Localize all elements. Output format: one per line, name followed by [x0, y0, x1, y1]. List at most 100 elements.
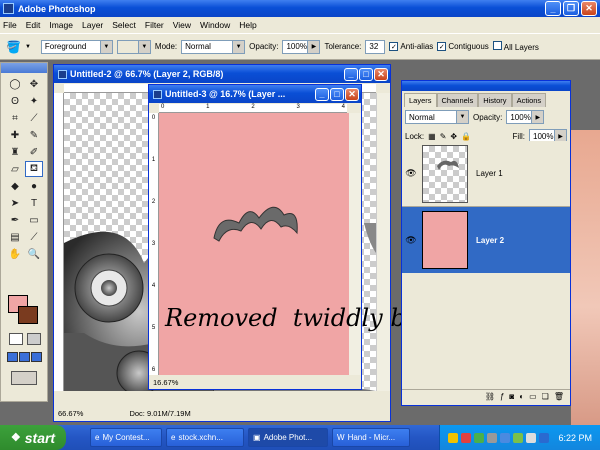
task-hand-microsoft[interactable]: W Hand - Micr... [332, 428, 410, 447]
trash-icon[interactable]: 🗑 [554, 392, 564, 401]
layer-row-layer-1[interactable]: 👁 Layer 1 [402, 141, 570, 207]
brush-tool-icon[interactable]: ✎ [25, 127, 43, 143]
magic-wand-tool-icon[interactable]: ✦ [25, 93, 43, 109]
jump-to-imageready-icon[interactable] [11, 371, 37, 385]
mode-select[interactable]: Normal ▼ [181, 39, 246, 54]
hand-tool-icon[interactable]: ✋ [6, 246, 24, 262]
task-my-contest[interactable]: e My Contest... [90, 428, 162, 447]
tray-app-icon[interactable] [513, 432, 524, 443]
link-layers-icon[interactable]: ⛓ [485, 392, 495, 401]
menu-layer[interactable]: Layer [82, 20, 103, 30]
blend-mode-select[interactable]: Normal ▼ [405, 110, 469, 124]
quick-mask-edit-icon[interactable] [27, 333, 41, 345]
clock[interactable]: 6:22 PM [558, 433, 592, 443]
fill-source-select[interactable]: Foreground ▼ [40, 39, 113, 54]
pattern-picker[interactable]: ▼ [116, 39, 151, 54]
quick-mask-mode-icon[interactable] [9, 333, 23, 345]
zoom-level[interactable]: 16.67% [153, 378, 178, 387]
adjustment-layer-icon[interactable]: ◐ [519, 392, 524, 401]
background-color-swatch[interactable] [18, 306, 38, 324]
marquee-tool-icon[interactable]: ◯ [6, 76, 24, 92]
task-adobe-photoshop[interactable]: ▣ Adobe Phot... [248, 428, 328, 447]
tolerance-input[interactable]: 32 [365, 39, 386, 54]
contiguous-checkbox[interactable]: ✓ Contiguous [437, 42, 489, 52]
menu-image[interactable]: Image [49, 20, 73, 30]
lock-all-icon[interactable]: 🔒 [461, 132, 471, 141]
zoom-tool-icon[interactable]: 🔍 [25, 246, 43, 262]
layer-row-layer-2[interactable]: 👁 Layer 2 [402, 207, 570, 273]
dodge-tool-icon[interactable]: ● [25, 178, 43, 194]
document-title-bar: Untitled-2 @ 66.7% (Layer 2, RGB/8) _ □ … [54, 65, 390, 83]
slice-tool-icon[interactable]: ⟋ [25, 110, 43, 126]
task-stock-xchng[interactable]: e stock.xchn... [166, 428, 244, 447]
notes-tool-icon[interactable]: ▤ [6, 229, 24, 245]
crop-tool-icon[interactable]: ⌗ [6, 110, 24, 126]
minimize-button[interactable]: _ [344, 67, 358, 81]
path-selection-tool-icon[interactable]: ➤ [6, 195, 24, 211]
opacity-field[interactable]: 100% ▶ [282, 39, 321, 54]
close-button[interactable]: ✕ [374, 67, 388, 81]
menu-view[interactable]: View [173, 20, 191, 30]
antialias-checkbox[interactable]: ✓ Anti-alias [389, 42, 433, 52]
close-button[interactable]: ✕ [581, 1, 597, 16]
menu-window[interactable]: Window [200, 20, 230, 30]
maximize-button[interactable]: □ [330, 87, 344, 101]
tab-channels[interactable]: Channels [436, 93, 479, 107]
menu-help[interactable]: Help [239, 20, 256, 30]
lock-transparency-icon[interactable]: ▦ [428, 132, 436, 141]
type-tool-icon[interactable]: T [25, 195, 43, 211]
layers-panel-footer: ⛓ ƒ ◙ ◐ ▭ ❏ 🗑 [402, 389, 570, 403]
history-brush-tool-icon[interactable]: ✐ [25, 144, 43, 160]
minimize-button[interactable]: _ [545, 1, 561, 16]
healing-brush-tool-icon[interactable]: ✚ [6, 127, 24, 143]
volume-icon[interactable] [526, 432, 537, 443]
tray-app-icon[interactable] [461, 432, 472, 443]
document-title: Untitled-3 @ 16.7% (Layer ... [165, 89, 286, 99]
network-icon[interactable] [539, 432, 550, 443]
new-layer-icon[interactable]: ❏ [542, 392, 549, 401]
panel-header [402, 81, 570, 91]
menu-filter[interactable]: Filter [145, 20, 164, 30]
restore-button[interactable]: ❐ [563, 1, 579, 16]
paint-bucket-tool-icon[interactable]: 🪣 [6, 40, 21, 54]
tray-app-icon[interactable] [474, 432, 485, 443]
clone-stamp-tool-icon[interactable]: ♜ [6, 144, 24, 160]
tool-preset-chevron-icon[interactable]: ▼ [25, 44, 31, 50]
close-button[interactable]: ✕ [345, 87, 359, 101]
eyedropper-tool-icon[interactable]: ⟋ [25, 229, 43, 245]
all-layers-checkbox[interactable]: All Layers [492, 41, 539, 52]
tray-app-icon[interactable] [500, 432, 511, 443]
shape-tool-icon[interactable]: ▭ [25, 212, 43, 228]
blur-tool-icon[interactable]: ◆ [6, 178, 24, 194]
tab-layers[interactable]: Layers [404, 93, 437, 107]
layer-mask-icon[interactable]: ◙ [509, 392, 514, 401]
lasso-tool-icon[interactable]: ʘ [6, 93, 24, 109]
tray-app-icon[interactable] [487, 432, 498, 443]
menu-select[interactable]: Select [112, 20, 136, 30]
paint-bucket-tool-icon[interactable]: ⛾ [25, 161, 43, 177]
layer-style-icon[interactable]: ƒ [500, 392, 504, 401]
eye-icon[interactable]: 👁 [402, 235, 420, 246]
menu-edit[interactable]: Edit [26, 20, 41, 30]
zoom-level[interactable]: 66.67% [58, 409, 83, 418]
screen-mode-icons[interactable] [7, 352, 42, 362]
move-tool-icon[interactable]: ✥ [25, 76, 43, 92]
start-button[interactable]: ❖ start [0, 425, 66, 450]
pen-tool-icon[interactable]: ✒ [6, 212, 24, 228]
minimize-button[interactable]: _ [315, 87, 329, 101]
lock-image-icon[interactable]: ✎ [440, 132, 447, 141]
eye-icon[interactable]: 👁 [402, 168, 420, 179]
new-group-icon[interactable]: ▭ [529, 392, 537, 401]
vertical-scrollbar[interactable] [376, 93, 390, 391]
maximize-button[interactable]: □ [359, 67, 373, 81]
tray-app-icon[interactable] [448, 432, 459, 443]
vertical-scrollbar[interactable] [349, 113, 361, 375]
document-icon [153, 89, 162, 99]
tab-history[interactable]: History [478, 93, 512, 107]
lock-position-icon[interactable]: ✥ [450, 132, 457, 141]
eraser-tool-icon[interactable]: ▱ [6, 161, 24, 177]
menu-file[interactable]: File [3, 20, 17, 30]
layer-opacity-field[interactable]: 100% ▶ [506, 110, 545, 124]
tab-actions[interactable]: Actions [511, 93, 547, 107]
canvas-untitled-3[interactable] [159, 113, 349, 375]
